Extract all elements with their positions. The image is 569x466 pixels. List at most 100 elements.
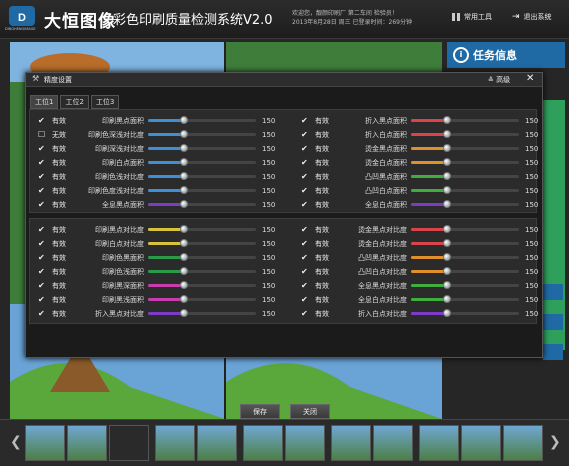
enable-checkbox[interactable]: ✔	[301, 267, 309, 276]
threshold-slider[interactable]	[411, 225, 519, 233]
threshold-slider[interactable]	[148, 116, 256, 124]
threshold-slider[interactable]	[148, 253, 256, 261]
threshold-slider[interactable]	[148, 200, 256, 208]
threshold-slider[interactable]	[411, 295, 519, 303]
slider-handle[interactable]	[442, 225, 451, 233]
threshold-slider[interactable]	[411, 267, 519, 275]
advanced-button[interactable]: ≙ 高级	[488, 75, 510, 85]
threshold-slider[interactable]	[411, 239, 519, 247]
threshold-slider[interactable]	[411, 253, 519, 261]
side-button[interactable]	[543, 344, 563, 360]
thumbnail[interactable]	[243, 425, 283, 461]
enable-checkbox[interactable]: ✔	[38, 281, 46, 290]
enable-checkbox[interactable]: ✔	[38, 309, 46, 318]
close-button[interactable]: 关闭	[290, 404, 330, 419]
threshold-slider[interactable]	[411, 309, 519, 317]
enable-checkbox[interactable]: ✔	[301, 239, 309, 248]
threshold-slider[interactable]	[148, 158, 256, 166]
enable-checkbox[interactable]: ✔	[38, 144, 46, 153]
threshold-slider[interactable]	[148, 239, 256, 247]
slider-handle[interactable]	[179, 239, 188, 247]
threshold-slider[interactable]	[411, 158, 519, 166]
slider-handle[interactable]	[179, 281, 188, 289]
slider-handle[interactable]	[442, 186, 451, 194]
slider-handle[interactable]	[179, 172, 188, 180]
slider-handle[interactable]	[179, 144, 188, 152]
threshold-slider[interactable]	[411, 281, 519, 289]
enable-checkbox[interactable]: ✔	[301, 144, 309, 153]
slider-handle[interactable]	[442, 309, 451, 317]
side-button[interactable]	[543, 314, 563, 330]
enable-checkbox[interactable]: ✔	[38, 253, 46, 262]
enable-checkbox[interactable]: ✔	[38, 239, 46, 248]
thumbnail[interactable]	[331, 425, 371, 461]
enable-checkbox[interactable]: ✔	[301, 309, 309, 318]
thumbnail[interactable]	[155, 425, 195, 461]
enable-checkbox[interactable]: ✔	[38, 172, 46, 181]
enable-checkbox[interactable]: ✔	[38, 295, 46, 304]
threshold-slider[interactable]	[148, 130, 256, 138]
exit-button[interactable]: ⇥ 退出系统	[512, 12, 552, 22]
thumbnail[interactable]	[109, 425, 149, 461]
enable-checkbox[interactable]: ✔	[301, 130, 309, 139]
threshold-slider[interactable]	[148, 144, 256, 152]
thumbnail[interactable]	[373, 425, 413, 461]
tab-station-2[interactable]: 工位2	[60, 95, 89, 109]
enable-checkbox[interactable]: ✔	[301, 172, 309, 181]
slider-handle[interactable]	[442, 200, 451, 208]
threshold-slider[interactable]	[148, 295, 256, 303]
thumbnail[interactable]	[419, 425, 459, 461]
slider-handle[interactable]	[442, 253, 451, 261]
threshold-slider[interactable]	[411, 144, 519, 152]
enable-checkbox[interactable]: ✔	[38, 116, 46, 125]
slider-handle[interactable]	[179, 267, 188, 275]
threshold-slider[interactable]	[148, 309, 256, 317]
slider-handle[interactable]	[442, 172, 451, 180]
slider-handle[interactable]	[179, 225, 188, 233]
slider-handle[interactable]	[442, 281, 451, 289]
threshold-slider[interactable]	[411, 130, 519, 138]
thumbnail[interactable]	[285, 425, 325, 461]
threshold-slider[interactable]	[411, 200, 519, 208]
slider-handle[interactable]	[442, 267, 451, 275]
enable-checkbox[interactable]: ✔	[38, 158, 46, 167]
threshold-slider[interactable]	[148, 172, 256, 180]
slider-handle[interactable]	[442, 116, 451, 124]
slider-handle[interactable]	[442, 295, 451, 303]
threshold-slider[interactable]	[148, 267, 256, 275]
next-arrow-icon[interactable]: ❯	[549, 434, 561, 450]
slider-handle[interactable]	[442, 239, 451, 247]
slider-handle[interactable]	[442, 158, 451, 166]
threshold-slider[interactable]	[411, 172, 519, 180]
enable-checkbox[interactable]: ✔	[301, 116, 309, 125]
threshold-slider[interactable]	[148, 281, 256, 289]
slider-handle[interactable]	[179, 116, 188, 124]
side-button[interactable]	[543, 284, 563, 300]
slider-handle[interactable]	[442, 130, 451, 138]
slider-handle[interactable]	[442, 144, 451, 152]
slider-handle[interactable]	[179, 295, 188, 303]
tab-station-3[interactable]: 工位3	[90, 95, 120, 109]
enable-checkbox[interactable]: ✔	[301, 225, 309, 234]
thumbnail[interactable]	[67, 425, 107, 461]
thumbnail[interactable]	[25, 425, 65, 461]
enable-checkbox[interactable]: ✔	[38, 200, 46, 209]
enable-checkbox[interactable]: ✔	[38, 267, 46, 276]
tab-station-1[interactable]: 工位1	[30, 95, 59, 109]
enable-checkbox[interactable]: ☐	[38, 130, 46, 139]
close-icon[interactable]: ✕	[526, 73, 534, 84]
enable-checkbox[interactable]: ✔	[38, 186, 46, 195]
enable-checkbox[interactable]: ✔	[301, 186, 309, 195]
slider-handle[interactable]	[179, 186, 188, 194]
thumbnail[interactable]	[197, 425, 237, 461]
enable-checkbox[interactable]: ✔	[301, 253, 309, 262]
enable-checkbox[interactable]: ✔	[301, 158, 309, 167]
slider-handle[interactable]	[179, 200, 188, 208]
slider-handle[interactable]	[179, 130, 188, 138]
task-info-header[interactable]: i 任务信息	[447, 42, 565, 68]
thumbnail[interactable]	[461, 425, 501, 461]
thumbnail[interactable]	[503, 425, 543, 461]
threshold-slider[interactable]	[148, 225, 256, 233]
slider-handle[interactable]	[179, 158, 188, 166]
save-button[interactable]: 保存	[240, 404, 280, 419]
